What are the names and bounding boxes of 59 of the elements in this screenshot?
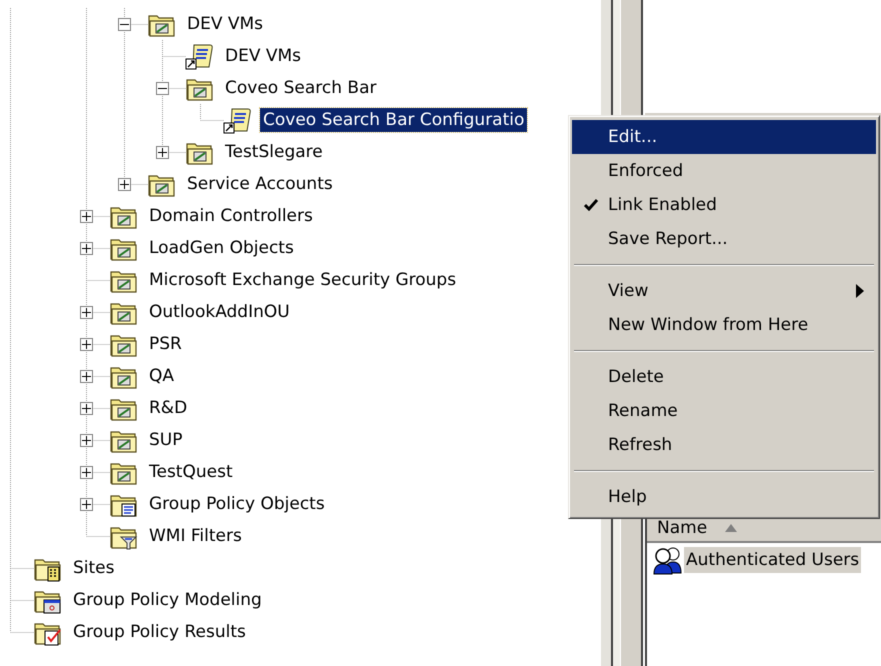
scroll-shortcut-icon [223,106,253,134]
tree-item[interactable]: DEV VMs [184,12,266,36]
menu-item[interactable]: View [572,274,876,308]
expand-toggle[interactable] [80,498,92,510]
menu-item[interactable]: Link Enabled [572,188,876,222]
tree-item[interactable]: QA [146,364,178,388]
menu-item[interactable]: Refresh [572,428,876,462]
expand-toggle[interactable] [80,242,92,254]
menu-item[interactable]: Delete [572,360,876,394]
tree-item[interactable]: OutlookAddInOU [146,300,293,324]
plus-icon [158,148,166,156]
plus-icon [82,244,90,252]
expand-toggle[interactable] [80,306,92,318]
tree-item[interactable]: TestSlegare [222,140,326,164]
tree-item[interactable]: Service Accounts [184,172,336,196]
menu-item[interactable]: New Window from Here [572,308,876,342]
menu-item[interactable]: Help [572,480,876,514]
tree-item[interactable]: Group Policy Results [70,620,249,644]
tree-item[interactable]: PSR [146,332,185,356]
tree-item[interactable]: WMI Filters [146,524,245,548]
menu-item[interactable]: Enforced [572,154,876,188]
tree-item[interactable]: Group Policy Modeling [70,588,265,612]
tree-item[interactable]: Sites [70,556,118,580]
tree-item[interactable]: DEV VMs [222,44,304,68]
expand-toggle[interactable] [80,370,92,382]
tree-item[interactable]: R&D [146,396,190,420]
tree-item[interactable]: LoadGen Objects [146,236,297,260]
plus-icon [82,500,90,508]
column-header[interactable]: Name [657,518,708,538]
menu-item[interactable]: Save Report... [572,222,876,256]
plus-icon [82,468,90,476]
tree-item[interactable]: Coveo Search Bar Configuratio [260,108,528,132]
plus-icon [82,436,90,444]
plus-icon [82,308,90,316]
menu-item[interactable]: Rename [572,394,876,428]
expand-toggle[interactable] [118,178,130,190]
tree-item[interactable]: TestQuest [146,460,236,484]
tree-item[interactable]: Coveo Search Bar [222,76,380,100]
plus-icon [82,212,90,220]
users-icon [652,545,684,575]
expand-toggle[interactable] [80,402,92,414]
menu-item[interactable]: Edit... [572,120,876,154]
tree-item[interactable]: Group Policy Objects [146,492,328,516]
expand-toggle[interactable] [80,434,92,446]
list-item[interactable]: Authenticated Users [684,547,862,573]
expand-toggle[interactable] [80,466,92,478]
collapse-toggle[interactable] [156,82,168,94]
plus-icon [82,404,90,412]
expand-toggle[interactable] [80,210,92,222]
tree-item[interactable]: SUP [146,428,186,452]
scroll-shortcut-icon [185,42,215,70]
tree-item[interactable]: Microsoft Exchange Security Groups [146,268,460,292]
tree-item[interactable]: Domain Controllers [146,204,316,228]
expand-toggle[interactable] [80,338,92,350]
plus-icon [82,340,90,348]
collapse-toggle[interactable] [118,18,130,30]
expand-toggle[interactable] [156,146,168,158]
plus-icon [82,372,90,380]
plus-icon [120,180,128,188]
